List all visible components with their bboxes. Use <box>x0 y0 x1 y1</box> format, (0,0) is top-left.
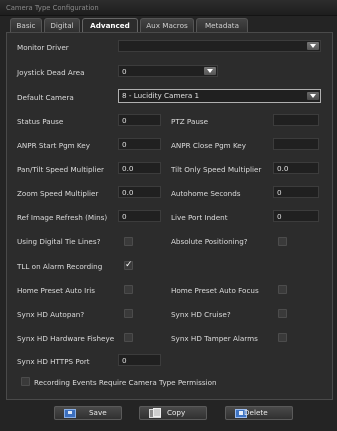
anpr-start-pgm-key-label: ANPR Start Pgm Key <box>17 141 90 150</box>
tab-metadata[interactable]: Metadata <box>196 18 248 32</box>
ref-image-refresh-input[interactable]: 0 <box>118 210 161 222</box>
status-pause-input[interactable]: 0 <box>118 114 161 126</box>
home-preset-auto-focus-checkbox[interactable] <box>278 285 287 294</box>
using-digital-tie-lines-label: Using Digital Tie Lines? <box>17 237 101 246</box>
anpr-start-pgm-key-input[interactable]: 0 <box>118 138 161 150</box>
copy-icon <box>149 408 161 418</box>
save-button-label: Save <box>89 408 107 417</box>
joystick-dead-area-dropdown-button[interactable] <box>204 67 216 75</box>
anpr-close-pgm-key-label: ANPR Close Pgm Key <box>171 141 246 150</box>
synx-hd-https-port-input[interactable]: 0 <box>118 354 161 366</box>
chevron-down-icon <box>310 94 316 98</box>
synx-hd-cruise-label: Synx HD Cruise? <box>171 310 231 319</box>
default-camera-select[interactable]: 8 - Lucidity Camera 1 <box>118 89 321 103</box>
pan-tilt-speed-multiplier-label: Pan/Tilt Speed Multiplier <box>17 165 104 174</box>
synx-hd-hardware-fisheye-checkbox[interactable] <box>124 333 133 342</box>
recording-events-permission-label[interactable]: Recording Events Require Camera Type Per… <box>34 378 217 387</box>
live-port-indent-label: Live Port Indent <box>171 213 228 222</box>
synx-hd-autopan-label: Synx HD Autopan? <box>17 310 85 319</box>
tll-on-alarm-recording-label: TLL on Alarm Recording <box>17 262 103 271</box>
ptz-pause-label: PTZ Pause <box>171 117 209 126</box>
copy-button-label: Copy <box>167 408 186 417</box>
synx-hd-tamper-alarms-label: Synx HD Tamper Alarms <box>171 334 258 343</box>
window-title: Camera Type Configuration <box>6 4 99 12</box>
autohome-seconds-input[interactable]: 0 <box>273 186 319 198</box>
home-preset-auto-focus-label: Home Preset Auto Focus <box>171 286 259 295</box>
tll-on-alarm-recording-checkbox[interactable]: ✓ <box>124 260 133 270</box>
check-mark-icon: ✓ <box>125 260 133 270</box>
chevron-down-icon <box>310 44 316 48</box>
title-bar: Camera Type Configuration <box>0 0 337 16</box>
anpr-close-pgm-key-input[interactable] <box>273 138 319 150</box>
using-digital-tie-lines-checkbox[interactable] <box>124 237 133 246</box>
absolute-positioning-label: Absolute Positioning? <box>171 237 248 246</box>
zoom-speed-multiplier-label: Zoom Speed Multiplier <box>17 189 99 198</box>
status-pause-label: Status Pause <box>17 117 64 126</box>
copy-button[interactable]: Copy <box>139 406 207 420</box>
ptz-pause-input[interactable] <box>273 114 319 126</box>
synx-hd-https-port-label: Synx HD HTTPS Port <box>17 357 90 366</box>
zoom-speed-multiplier-input[interactable]: 0.0 <box>118 186 161 198</box>
absolute-positioning-checkbox[interactable] <box>278 237 287 246</box>
ref-image-refresh-label: Ref Image Refresh (Mins) <box>17 213 108 222</box>
live-port-indent-input[interactable]: 0 <box>273 210 319 222</box>
monitor-driver-select[interactable] <box>118 40 321 52</box>
autohome-seconds-label: Autohome Seconds <box>171 189 241 198</box>
tab-aux-macros[interactable]: Aux Macros <box>140 18 194 32</box>
synx-hd-tamper-alarms-checkbox[interactable] <box>278 333 287 342</box>
joystick-dead-area-value: 0 <box>122 67 127 76</box>
home-preset-auto-iris-label: Home Preset Auto Iris <box>17 286 95 295</box>
home-preset-auto-iris-checkbox[interactable] <box>124 285 133 294</box>
pan-tilt-speed-multiplier-input[interactable]: 0.0 <box>118 162 161 174</box>
tab-advanced[interactable]: Advanced <box>82 18 138 33</box>
default-camera-label: Default Camera <box>17 93 74 102</box>
default-camera-value: 8 - Lucidity Camera 1 <box>122 91 200 100</box>
tab-digital[interactable]: Digital <box>44 18 80 32</box>
joystick-dead-area-label: Joystick Dead Area <box>17 68 85 77</box>
synx-hd-autopan-checkbox[interactable] <box>124 309 133 318</box>
save-button[interactable]: Save <box>54 406 122 420</box>
synx-hd-hardware-fisheye-label: Synx HD Hardware Fisheye <box>17 334 115 343</box>
synx-hd-cruise-checkbox[interactable] <box>278 309 287 318</box>
tab-basic[interactable]: Basic <box>10 18 42 32</box>
monitor-driver-dropdown-button[interactable] <box>307 42 319 50</box>
tilt-only-speed-multiplier-input[interactable]: 0.0 <box>273 162 319 174</box>
default-camera-dropdown-button[interactable] <box>307 92 319 100</box>
delete-button-label: Delete <box>244 408 268 417</box>
tilt-only-speed-multiplier-label: Tilt Only Speed Multiplier <box>171 165 262 174</box>
recording-events-permission-checkbox[interactable] <box>21 377 30 386</box>
save-icon <box>64 409 76 418</box>
monitor-driver-label: Monitor Driver <box>17 43 69 52</box>
delete-button[interactable]: Delete <box>225 406 293 420</box>
joystick-dead-area-select[interactable]: 0 <box>118 65 218 77</box>
chevron-down-icon <box>207 69 213 73</box>
camera-type-config-window: Camera Type Configuration Basic Digital … <box>0 0 337 431</box>
